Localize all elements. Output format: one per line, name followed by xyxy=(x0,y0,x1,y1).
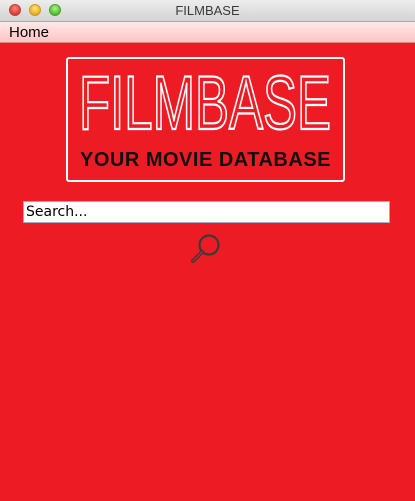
magnifier-icon[interactable] xyxy=(188,231,224,267)
menu-item-home[interactable]: Home xyxy=(9,23,49,42)
title-bar[interactable]: FILMBASE xyxy=(0,0,415,22)
main-content: FILMBASE YOUR MOVIE DATABASE xyxy=(0,43,415,501)
window-title: FILMBASE xyxy=(175,3,240,18)
search-input[interactable] xyxy=(23,201,390,223)
logo-title: FILMBASE xyxy=(78,67,332,137)
app-window: FILMBASE Home FILMBASE YOUR MOVIE DATABA… xyxy=(0,0,415,501)
logo-title-text: FILMBASE xyxy=(79,67,331,137)
logo-subtitle: YOUR MOVIE DATABASE xyxy=(80,149,331,171)
menu-bar: Home xyxy=(0,22,415,43)
logo: FILMBASE YOUR MOVIE DATABASE xyxy=(66,57,345,182)
